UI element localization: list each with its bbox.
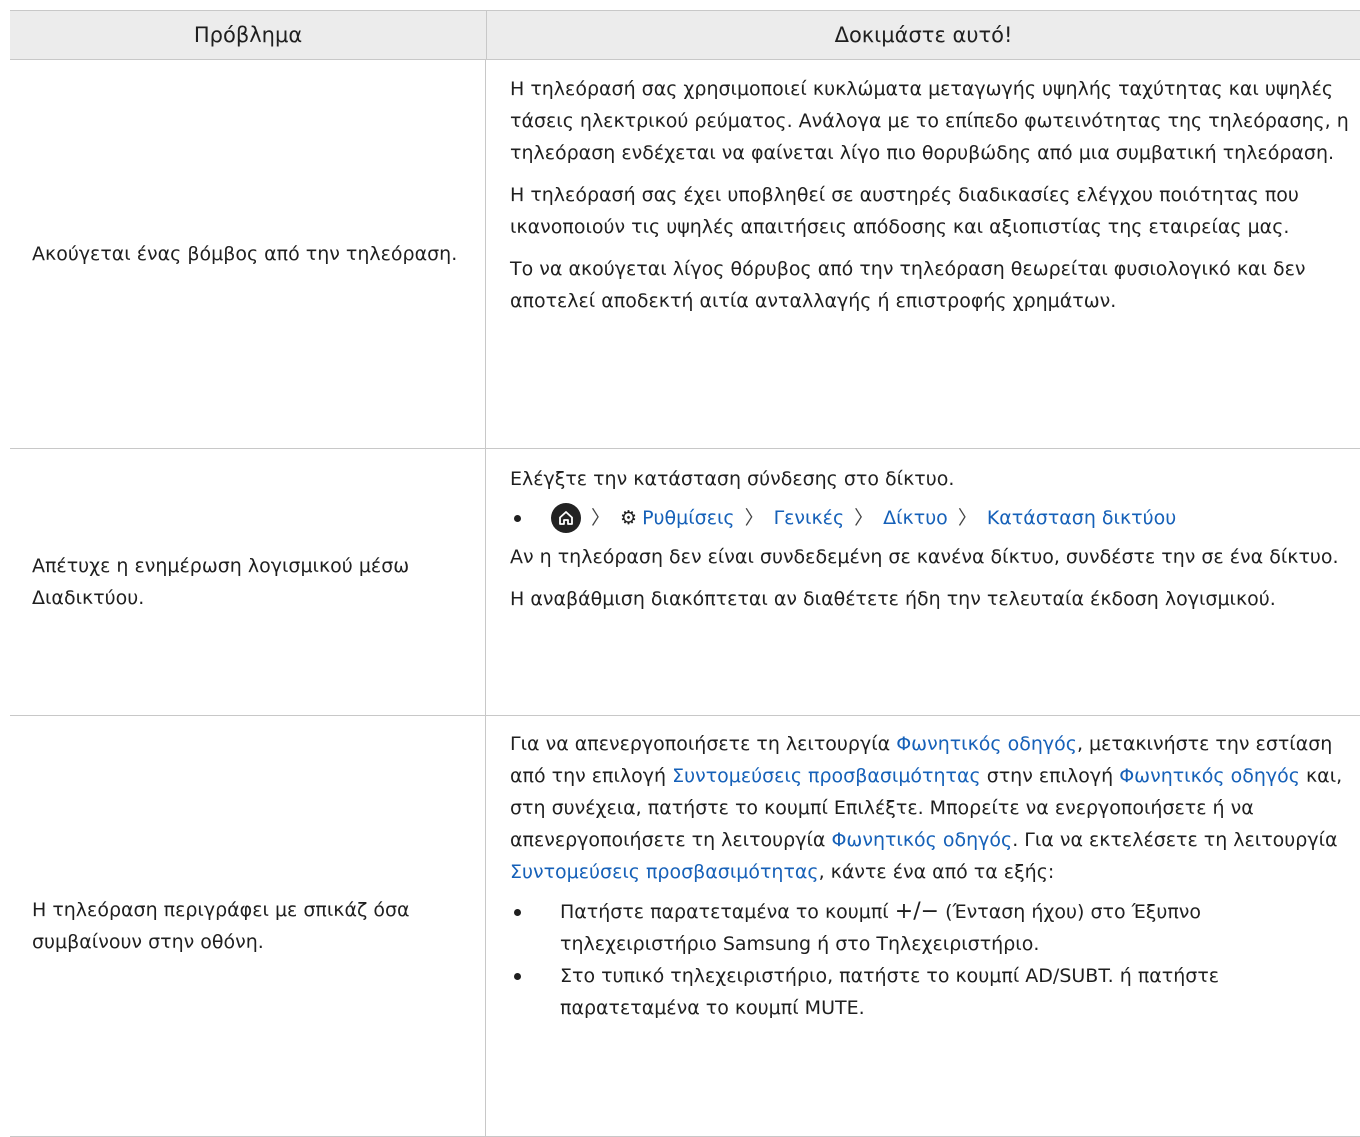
problem-cell: Απέτυχε η ενημέρωση λογισμικού μέσω Διαδ…: [10, 449, 486, 715]
problem-cell: Ακούγεται ένας βόμβος από την τηλεόραση.: [10, 60, 486, 448]
chevron-right-icon: 〉: [744, 507, 764, 529]
voice-guide-link[interactable]: Φωνητικός οδηγός: [896, 733, 1077, 755]
breadcrumb-general[interactable]: Γενικές: [774, 502, 845, 534]
bullet: [514, 514, 521, 522]
table-row: Ακούγεται ένας βόμβος από την τηλεόραση.…: [10, 60, 1360, 449]
home-icon[interactable]: [551, 503, 581, 533]
list-item: Πατήστε παρατεταμένα το κουμπί +/− (Έντα…: [510, 896, 1360, 960]
paragraph: Η τηλεόρασή σας έχει υποβληθεί σε αυστηρ…: [510, 184, 1299, 238]
breadcrumb-settings[interactable]: Ρυθμίσεις: [642, 502, 735, 534]
chevron-right-icon: 〉: [957, 507, 977, 529]
gear-icon: ⚙: [620, 507, 638, 529]
settings-breadcrumb: 〉 ⚙ Ρυθμίσεις 〉 Γενικές 〉 Δίκτυο 〉 Κατάσ…: [510, 498, 1360, 538]
voice-guide-link[interactable]: Φωνητικός οδηγός: [831, 829, 1012, 851]
header-problem: Πρόβλημα: [10, 11, 487, 59]
paragraph: Το να ακούγεται λίγος θόρυβος από την τη…: [510, 258, 1306, 312]
paragraph: Αν η τηλεόραση δεν είναι συνδεδεμένη σε …: [510, 546, 1339, 568]
chevron-right-icon: 〉: [591, 507, 611, 529]
problem-cell: Η τηλεόραση περιγράφει με σπικάζ όσα συμ…: [10, 716, 486, 1136]
breadcrumb-network-status[interactable]: Κατάσταση δικτύου: [987, 502, 1176, 534]
table-row: Απέτυχε η ενημέρωση λογισμικού μέσω Διαδ…: [10, 449, 1360, 716]
table-header: Πρόβλημα Δοκιμάστε αυτό!: [10, 11, 1360, 60]
solution-cell: Ελέγξτε την κατάσταση σύνδεσης στο δίκτυ…: [486, 449, 1360, 715]
solution-cell: Για να απενεργοποιήσετε τη λειτουργία Φω…: [486, 716, 1360, 1136]
list-item: Στο τυπικό τηλεχειριστήριο, πατήστε το κ…: [510, 960, 1360, 1024]
chevron-right-icon: 〉: [854, 507, 874, 529]
bullet-list: Πατήστε παρατεταμένα το κουμπί +/− (Έντα…: [510, 896, 1360, 1024]
paragraph: Η τηλεόρασή σας χρησιμοποιεί κυκλώματα μ…: [510, 78, 1349, 164]
breadcrumb-network[interactable]: Δίκτυο: [883, 502, 948, 534]
paragraph: Ελέγξτε την κατάσταση σύνδεσης στο δίκτυ…: [510, 468, 955, 490]
solution-cell: Η τηλεόρασή σας χρησιμοποιεί κυκλώματα μ…: [486, 60, 1360, 448]
accessibility-shortcuts-link[interactable]: Συντομεύσεις προσβασιμότητας: [672, 765, 981, 787]
volume-icon: +/−: [894, 899, 940, 924]
voice-guide-link[interactable]: Φωνητικός οδηγός: [1119, 765, 1300, 787]
header-solution: Δοκιμάστε αυτό!: [834, 23, 1013, 47]
accessibility-shortcuts-link[interactable]: Συντομεύσεις προσβασιμότητας: [510, 861, 819, 883]
paragraph: Για να απενεργοποιήσετε τη λειτουργία Φω…: [510, 733, 1343, 883]
troubleshooting-table: Πρόβλημα Δοκιμάστε αυτό! Ακούγεται ένας …: [10, 10, 1360, 1137]
paragraph: Η αναβάθμιση διακόπτεται αν διαθέτετε ήδ…: [510, 588, 1276, 610]
